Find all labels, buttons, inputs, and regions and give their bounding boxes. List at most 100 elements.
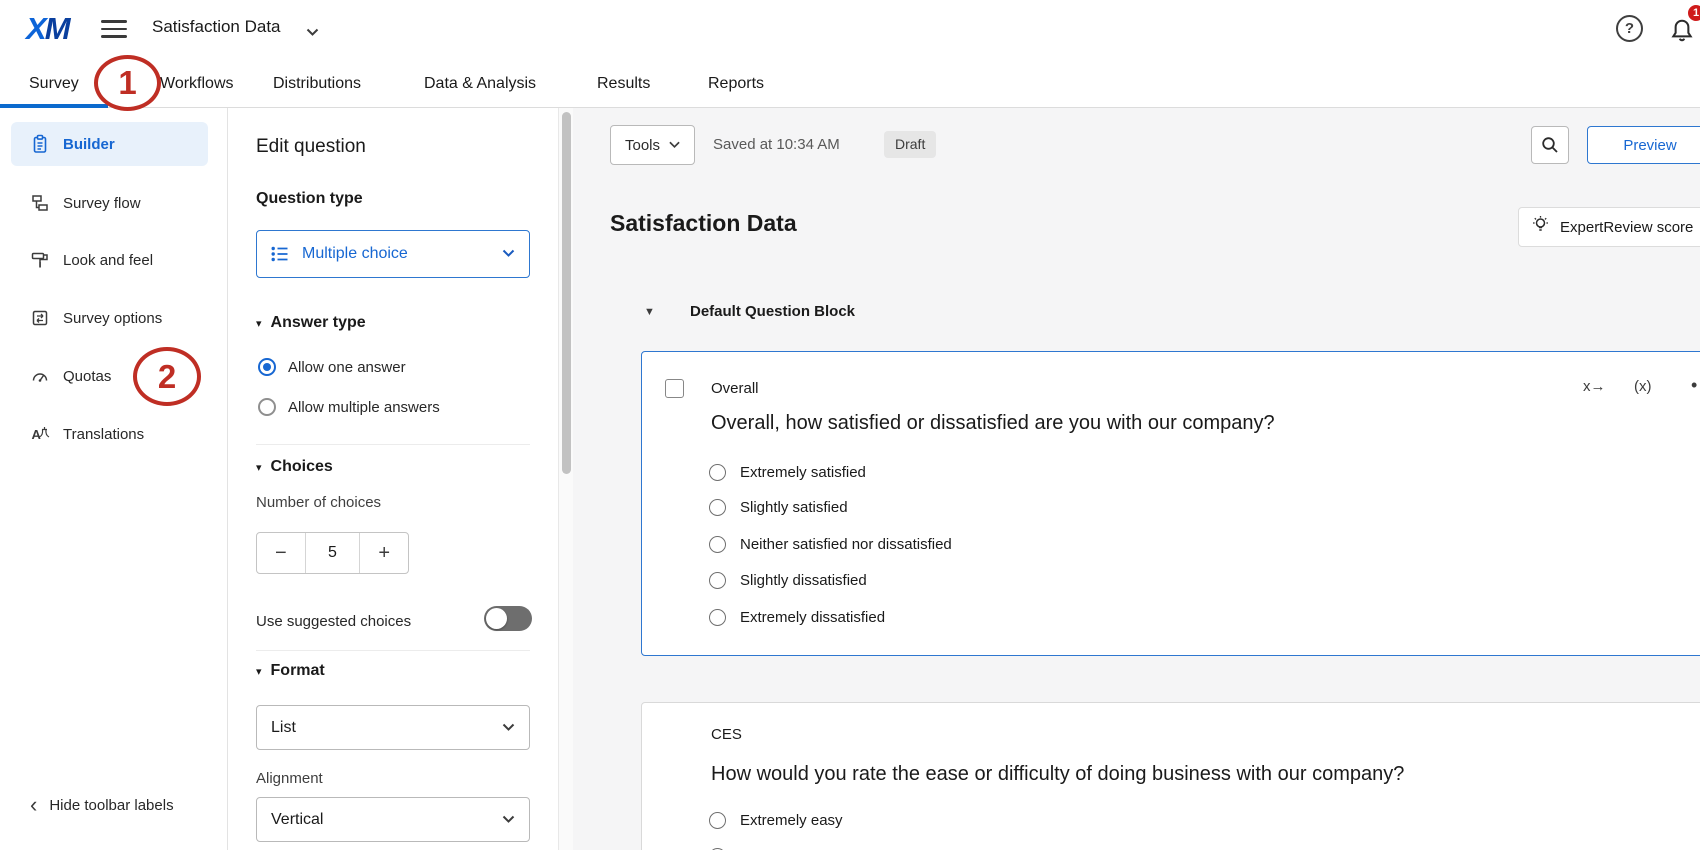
- notification-badge: 1: [1686, 3, 1700, 23]
- chevron-down-icon: [502, 811, 515, 829]
- alignment-label: Alignment: [256, 770, 323, 787]
- choice-radio-icon[interactable]: [709, 609, 726, 626]
- survey-title: Satisfaction Data: [610, 210, 797, 237]
- caret-down-icon: ▾: [256, 461, 262, 474]
- tab-survey[interactable]: Survey: [29, 60, 79, 108]
- svg-text:A: A: [32, 427, 42, 442]
- radio-allow-multiple-answers[interactable]: Allow multiple answers: [258, 398, 440, 416]
- choice-row: Extremely easy: [709, 812, 843, 829]
- alignment-value: Vertical: [271, 811, 323, 829]
- block-collapse-caret[interactable]: ▼: [644, 306, 655, 318]
- tab-results[interactable]: Results: [597, 60, 650, 108]
- choice-radio-icon[interactable]: [709, 464, 726, 481]
- project-title[interactable]: Satisfaction Data: [152, 17, 281, 37]
- clipboard-icon: [30, 134, 50, 154]
- expert-review-score[interactable]: ExpertReview score: [1518, 207, 1700, 247]
- question-checkbox[interactable]: [665, 379, 684, 398]
- qualtrics-survey-editor: XM Satisfaction Data ? 1 Survey Workflow…: [0, 0, 1700, 850]
- radio-unselected-icon: [258, 398, 276, 416]
- xm-logo[interactable]: XM: [26, 11, 69, 47]
- sidebar-item-label: Quotas: [63, 368, 111, 385]
- skip-logic-icon[interactable]: x→: [1583, 378, 1606, 395]
- multiple-choice-list-icon: [270, 244, 290, 264]
- choice-radio-icon[interactable]: [709, 536, 726, 553]
- question-type-dropdown[interactable]: Multiple choice: [256, 230, 530, 278]
- preview-button[interactable]: Preview: [1587, 126, 1700, 164]
- sidebar-item-label: Survey flow: [63, 195, 141, 212]
- tab-workflows[interactable]: Workflows: [160, 60, 234, 108]
- caret-down-icon: ▾: [256, 317, 262, 330]
- question-id: CES: [711, 726, 742, 743]
- chevron-down-icon: [502, 719, 515, 737]
- chevron-down-icon: [669, 141, 680, 149]
- answer-type-section-header[interactable]: ▾ Answer type: [256, 314, 366, 332]
- question-text[interactable]: Overall, how satisfied or dissatisfied a…: [711, 412, 1275, 435]
- choice-row: Slightly dissatisfied: [709, 572, 867, 589]
- survey-canvas: Tools Saved at 10:34 AM Draft Preview Sa…: [573, 108, 1700, 850]
- chevron-down-icon: [502, 245, 515, 263]
- sidebar-item-quotas[interactable]: Quotas: [11, 354, 208, 398]
- hide-toolbar-labels-button[interactable]: ‹ Hide toolbar labels: [30, 796, 174, 814]
- format-value: List: [271, 719, 296, 737]
- chevron-down-icon[interactable]: [306, 24, 319, 42]
- divider: [256, 650, 530, 651]
- panel-scrollbar-track[interactable]: [558, 108, 573, 850]
- choices-count-value[interactable]: 5: [305, 533, 361, 573]
- top-bar: XM Satisfaction Data ? 1: [0, 0, 1700, 60]
- choice-radio-icon[interactable]: [709, 812, 726, 829]
- sidebar-item-translations[interactable]: A Translations: [11, 412, 208, 456]
- lightbulb-icon: [1531, 215, 1550, 239]
- display-logic-icon[interactable]: (x): [1634, 378, 1652, 395]
- question-block-title: Default Question Block: [690, 303, 855, 320]
- caret-down-icon: ▾: [256, 665, 262, 678]
- format-dropdown[interactable]: List: [256, 705, 530, 750]
- number-of-choices-stepper: − 5 +: [256, 532, 409, 574]
- choice-row: Neither satisfied nor dissatisfied: [709, 536, 952, 553]
- format-section-header[interactable]: ▾ Format: [256, 662, 325, 680]
- radio-selected-icon: [258, 358, 276, 376]
- use-suggested-choices-label: Use suggested choices: [256, 613, 411, 630]
- sidebar-item-survey-options[interactable]: Survey options: [11, 296, 208, 340]
- autosave-status: Saved at 10:34 AM: [713, 136, 840, 153]
- main-tab-bar: Survey Workflows Distributions Data & An…: [0, 60, 1700, 108]
- tab-distributions[interactable]: Distributions: [273, 60, 361, 108]
- increase-choices-button[interactable]: +: [360, 533, 408, 573]
- edit-question-panel: Edit question Question type Multiple cho…: [229, 108, 558, 850]
- question-card-ces[interactable]: CES How would you rate the ease or diffi…: [641, 702, 1700, 850]
- sidebar-item-look-and-feel[interactable]: Look and feel: [11, 238, 208, 282]
- decrease-choices-button[interactable]: −: [257, 533, 305, 573]
- tab-data-analysis[interactable]: Data & Analysis: [424, 60, 536, 108]
- toolbar-sidebar: Builder Survey flow Look and feel Survey…: [0, 108, 228, 850]
- sidebar-item-label: Builder: [63, 136, 115, 153]
- tab-reports[interactable]: Reports: [708, 60, 764, 108]
- tools-button[interactable]: Tools: [610, 125, 695, 165]
- more-options-icon[interactable]: •: [1691, 375, 1697, 396]
- choices-section-header[interactable]: ▾ Choices: [256, 458, 333, 476]
- hamburger-menu-icon[interactable]: [101, 20, 127, 40]
- status-badge: Draft: [884, 131, 936, 158]
- search-icon: [1541, 136, 1559, 154]
- alignment-dropdown[interactable]: Vertical: [256, 797, 530, 842]
- choice-row: Extremely satisfied: [709, 464, 866, 481]
- radio-allow-one-answer[interactable]: Allow one answer: [258, 358, 406, 376]
- question-type-value: Multiple choice: [302, 245, 408, 263]
- paint-roller-icon: [30, 250, 50, 270]
- help-icon[interactable]: ?: [1616, 15, 1643, 42]
- choice-row: Extremely dissatisfied: [709, 609, 885, 626]
- sidebar-item-survey-flow[interactable]: Survey flow: [11, 181, 208, 225]
- chevron-left-icon: ‹: [30, 796, 37, 814]
- gauge-icon: [30, 366, 50, 386]
- question-card-overall[interactable]: Overall x→ (x) • Overall, how satisfied …: [641, 351, 1700, 656]
- use-suggested-choices-toggle[interactable]: [484, 606, 532, 631]
- sidebar-item-builder[interactable]: Builder: [11, 122, 208, 166]
- number-of-choices-label: Number of choices: [256, 494, 381, 511]
- flow-icon: [30, 193, 50, 213]
- search-button[interactable]: [1531, 126, 1569, 164]
- panel-scrollbar-thumb[interactable]: [562, 112, 571, 474]
- question-text[interactable]: How would you rate the ease or difficult…: [711, 763, 1404, 786]
- choice-radio-icon[interactable]: [709, 499, 726, 516]
- divider: [256, 444, 530, 445]
- choice-radio-icon[interactable]: [709, 572, 726, 589]
- sidebar-item-label: Translations: [63, 426, 144, 443]
- choice-row: Slightly satisfied: [709, 499, 848, 516]
